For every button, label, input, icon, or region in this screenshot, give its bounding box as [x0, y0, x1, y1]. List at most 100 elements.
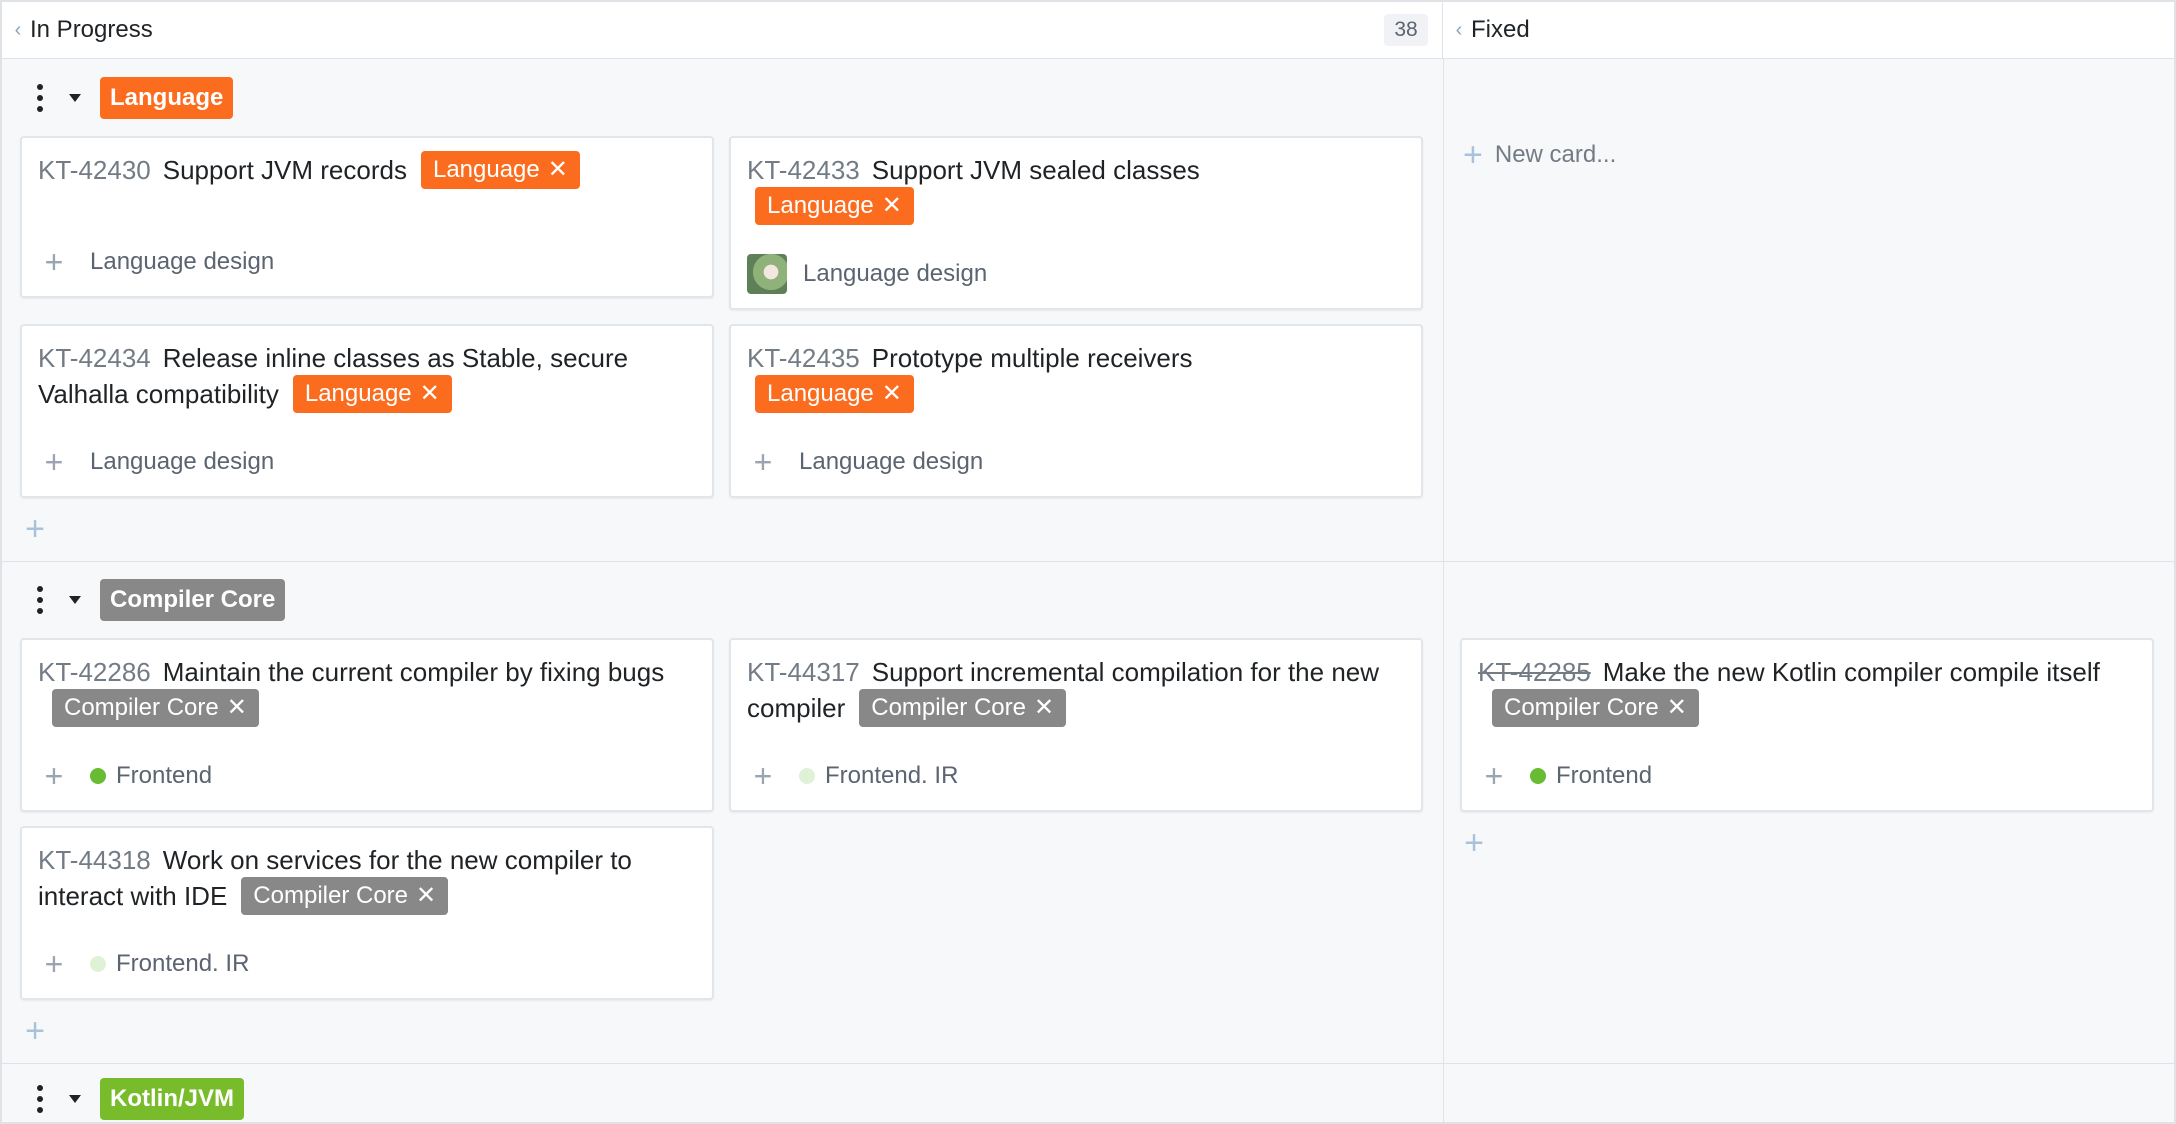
issue-id-link[interactable]: KT-42434: [38, 343, 151, 373]
subsystem-color-dot: [90, 956, 106, 972]
tag-language[interactable]: Language ✕: [292, 375, 452, 414]
tag-label: Compiler Core: [253, 882, 409, 910]
issue-card[interactable]: KT-44318 Work on services for the new com…: [20, 826, 714, 1000]
issue-card[interactable]: KT-42433 Support JVM sealed classes Langua…: [729, 136, 1423, 310]
close-icon[interactable]: ✕: [548, 152, 568, 188]
card-footer: + Frontend: [38, 756, 212, 796]
card-summary: KT-42286 Maintain the current compiler by…: [38, 654, 698, 729]
plus-icon[interactable]: +: [38, 444, 70, 480]
close-icon[interactable]: ✕: [227, 690, 247, 726]
tag-label: Compiler Core: [871, 694, 1026, 722]
agile-board: ‹ In Progress 38 ‹ Fixed Language KT-424…: [0, 0, 2176, 1124]
issue-title: Prototype multiple receivers: [871, 343, 1193, 373]
chevron-left-icon[interactable]: ‹: [8, 2, 28, 58]
issue-title: Support JVM records: [162, 155, 407, 185]
card-summary: KT-44317 Support incremental compilation …: [747, 654, 1407, 729]
plus-icon[interactable]: +: [1478, 758, 1510, 794]
swimlane-tag: Kotlin/JVM: [100, 1078, 244, 1120]
issue-card[interactable]: KT-42430 Support JVM records Language ✕ + L…: [20, 136, 714, 298]
card-footer: + Frontend. IR: [747, 756, 959, 796]
tag-label: Language: [767, 192, 874, 220]
column-count-badge: 38: [1384, 14, 1428, 46]
tag-compiler-core[interactable]: Compiler Core ✕: [241, 877, 449, 916]
card-summary: KT-44318 Work on services for the new com…: [38, 842, 698, 917]
close-icon[interactable]: ✕: [1034, 690, 1054, 726]
close-icon[interactable]: ✕: [416, 878, 436, 914]
card-footer: + Language design: [38, 242, 275, 282]
plus-icon[interactable]: +: [747, 758, 779, 794]
plus-icon[interactable]: +: [38, 946, 70, 982]
issue-card[interactable]: KT-42435 Prototype multiple receivers Lang…: [729, 324, 1423, 498]
vertical-dots-icon[interactable]: [20, 76, 60, 120]
swimlane-tag: Language: [100, 77, 234, 119]
close-icon[interactable]: ✕: [1667, 690, 1687, 726]
vertical-dots-icon[interactable]: [20, 1077, 60, 1121]
issue-card[interactable]: KT-42286 Maintain the current compiler by…: [20, 638, 714, 812]
tag-compiler-core[interactable]: Compiler Core ✕: [859, 689, 1067, 728]
card-footer: + Language design: [38, 442, 275, 482]
issue-card[interactable]: KT-42285 Make the new Kotlin compiler com…: [1460, 638, 2154, 812]
tag-compiler-core[interactable]: Compiler Core ✕: [1492, 689, 1699, 728]
add-card-button[interactable]: +: [1459, 824, 1489, 862]
plus-icon[interactable]: +: [747, 444, 779, 480]
issue-card[interactable]: KT-44317 Support incremental compilation …: [729, 638, 1423, 812]
subsystem-color-dot: [799, 768, 815, 784]
card-footer: + Language design: [747, 442, 984, 482]
issue-id-link[interactable]: KT-42286: [38, 657, 151, 687]
subsystem-field[interactable]: Language design: [90, 448, 274, 476]
issue-id-link[interactable]: KT-42430: [38, 155, 151, 185]
subsystem-field[interactable]: Frontend. IR: [825, 762, 958, 790]
subsystem-field[interactable]: Frontend: [116, 762, 212, 790]
card-footer: Language design: [747, 254, 987, 294]
plus-icon[interactable]: +: [38, 758, 70, 794]
close-icon[interactable]: ✕: [882, 188, 902, 224]
tag-language[interactable]: Language ✕: [755, 375, 914, 414]
caret-down-icon[interactable]: [60, 1077, 90, 1121]
new-card-button[interactable]: + New card...: [1463, 136, 1617, 174]
subsystem-color-dot: [1530, 768, 1546, 784]
swimlane-divider: [2, 561, 2174, 562]
assignee-avatar[interactable]: [747, 254, 787, 294]
issue-title: Support JVM sealed classes: [871, 155, 1200, 185]
column-header-in-progress[interactable]: ‹ In Progress 38: [2, 2, 1443, 58]
close-icon[interactable]: ✕: [420, 376, 440, 412]
tag-language[interactable]: Language ✕: [420, 151, 580, 190]
issue-id-link[interactable]: KT-42285: [1478, 657, 1591, 687]
card-summary: KT-42430 Support JVM records Language ✕: [38, 151, 698, 191]
card-footer: + Frontend. IR: [38, 944, 250, 984]
issue-id-link[interactable]: KT-42433: [747, 155, 860, 185]
subsystem-color-dot: [90, 768, 106, 784]
caret-down-icon[interactable]: [60, 76, 90, 120]
subsystem-field[interactable]: Frontend. IR: [116, 950, 249, 978]
swimlane-header-compiler-core: Compiler Core: [2, 570, 2174, 630]
subsystem-field[interactable]: Language design: [90, 248, 274, 276]
tag-compiler-core[interactable]: Compiler Core ✕: [52, 689, 259, 728]
add-card-button[interactable]: +: [20, 1012, 50, 1050]
plus-icon[interactable]: +: [38, 244, 70, 280]
card-summary: KT-42435 Prototype multiple receivers Lang…: [747, 340, 1407, 415]
card-summary: KT-42434 Release inline classes as Stable…: [38, 340, 698, 415]
new-card-label: New card...: [1494, 141, 1617, 168]
issue-card[interactable]: KT-42434 Release inline classes as Stable…: [20, 324, 714, 498]
issue-title: Maintain the current compiler by fixing …: [162, 657, 665, 687]
caret-down-icon[interactable]: [60, 578, 90, 622]
swimlane-tag: Compiler Core: [100, 579, 286, 621]
column-title: In Progress: [30, 16, 153, 43]
issue-id-link[interactable]: KT-42435: [747, 343, 860, 373]
subsystem-field[interactable]: Frontend: [1556, 762, 1652, 790]
issue-id-link[interactable]: KT-44317: [747, 657, 860, 687]
vertical-dots-icon[interactable]: [20, 578, 60, 622]
close-icon[interactable]: ✕: [882, 376, 902, 412]
tag-language[interactable]: Language ✕: [755, 187, 914, 226]
subsystem-field[interactable]: Language design: [799, 448, 983, 476]
issue-title: Make the new Kotlin compiler compile its…: [1602, 657, 2100, 687]
card-footer: + Frontend: [1478, 756, 1652, 796]
column-header-fixed[interactable]: ‹ Fixed: [1443, 2, 2174, 58]
card-summary: KT-42433 Support JVM sealed classes Langua…: [747, 152, 1407, 227]
column-title: Fixed: [1471, 16, 1530, 43]
swimlane-header-kotlin-jvm: Kotlin/JVM: [2, 1072, 2174, 1122]
issue-id-link[interactable]: KT-44318: [38, 845, 151, 875]
chevron-left-icon[interactable]: ‹: [1449, 2, 1469, 58]
add-card-button[interactable]: +: [20, 510, 50, 548]
subsystem-field[interactable]: Language design: [803, 260, 987, 288]
